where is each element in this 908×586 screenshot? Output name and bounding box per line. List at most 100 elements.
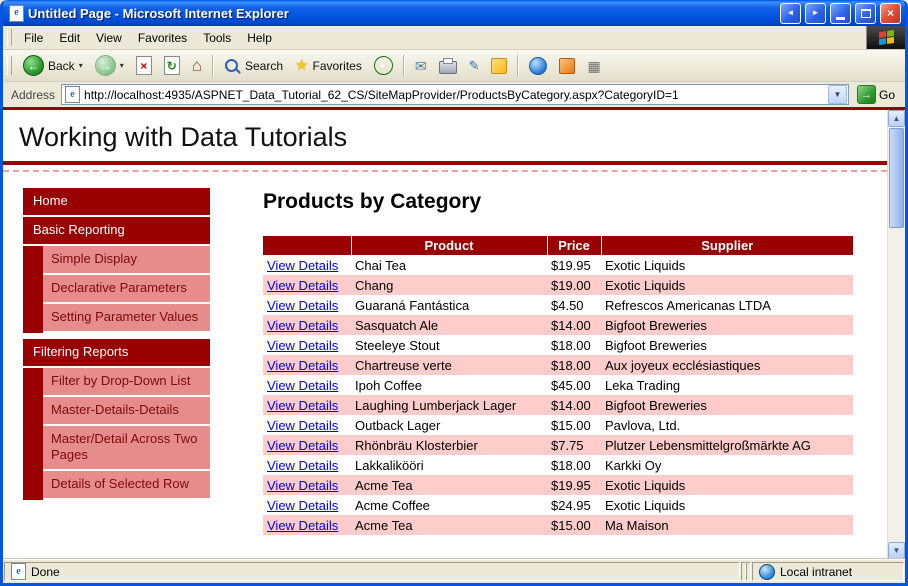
research-button[interactable]: [554, 56, 580, 76]
sidebar-item[interactable]: Setting Parameter Values: [23, 304, 210, 333]
view-details-link[interactable]: View Details: [267, 358, 338, 373]
messenger-button[interactable]: [486, 56, 512, 76]
price-cell: $15.00: [551, 417, 591, 433]
supplier-cell: Karkki Oy: [605, 457, 662, 473]
products-table-header-row: Product Price Supplier: [263, 236, 853, 255]
scroll-up-button[interactable]: ▲: [888, 110, 905, 127]
view-details-link[interactable]: View Details: [267, 458, 338, 473]
view-details-link[interactable]: View Details: [267, 338, 338, 353]
sidebar-item[interactable]: Master/Detail Across Two Pages: [23, 426, 210, 471]
home-button[interactable]: ⌂: [187, 55, 207, 76]
close-button[interactable]: ×: [880, 2, 901, 24]
view-details-link[interactable]: View Details: [267, 478, 338, 493]
sidebar-item[interactable]: Details of Selected Row: [23, 471, 210, 500]
menu-item-view[interactable]: View: [88, 28, 130, 48]
menu-item-edit[interactable]: Edit: [51, 28, 88, 48]
status-message-panel: e Done: [4, 562, 740, 581]
price-cell: $14.00: [551, 397, 591, 413]
view-details-link[interactable]: View Details: [267, 498, 338, 513]
title-bar-button-2[interactable]: ►: [805, 2, 826, 24]
product-cell: Ipoh Coffee: [355, 377, 422, 393]
address-dropdown-button[interactable]: ▼: [827, 85, 847, 104]
sidebar-item[interactable]: Filter by Drop-Down List: [23, 368, 210, 397]
address-url: http://localhost:4935/ASPNET_Data_Tutori…: [84, 87, 679, 102]
sidebar-item[interactable]: Simple Display: [23, 246, 210, 275]
edit-button[interactable]: ✎: [464, 57, 485, 74]
windows-flag-icon: [878, 29, 894, 46]
scrollbar-thumb[interactable]: [889, 128, 904, 228]
scrollbar-track[interactable]: [888, 229, 905, 542]
favorites-label: Favorites: [312, 58, 362, 73]
view-details-link[interactable]: View Details: [267, 398, 338, 413]
stop-button[interactable]: ×: [131, 54, 157, 77]
menu-item-favorites[interactable]: Favorites: [130, 28, 195, 48]
view-details-link[interactable]: View Details: [267, 438, 338, 453]
menu-item-tools[interactable]: Tools: [195, 28, 239, 48]
home-icon: ⌂: [191, 56, 202, 75]
refresh-button[interactable]: ↻: [159, 54, 185, 77]
grid-icon: ▦: [587, 57, 601, 74]
back-button[interactable]: ← Back ▾: [18, 53, 88, 78]
toolbar-grip[interactable]: [7, 56, 12, 75]
content-row: Home Basic Reporting Simple Display Declara…: [3, 172, 887, 559]
menu-grip[interactable]: [7, 29, 12, 46]
view-details-link[interactable]: View Details: [267, 258, 338, 273]
media-button[interactable]: ▸: [369, 54, 398, 77]
address-input[interactable]: e http://localhost:4935/ASPNET_Data_Tuto…: [61, 84, 849, 105]
mail-icon: ✉: [414, 57, 427, 74]
print-icon: [438, 58, 457, 74]
quick-links-button[interactable]: ▦: [582, 57, 605, 75]
product-cell: Sasquatch Ale: [355, 317, 439, 333]
toolbar-separator: [517, 54, 520, 77]
product-row: View Details Ipoh Coffee $45.00 Leka Tradin…: [263, 375, 853, 395]
menu-item-help[interactable]: Help: [239, 28, 280, 48]
sidebar-item[interactable]: Home: [23, 188, 210, 215]
back-label: Back: [48, 58, 75, 73]
maximize-button[interactable]: [855, 2, 876, 24]
product-cell: Chartreuse verte: [355, 357, 452, 373]
forward-icon: →: [94, 55, 116, 76]
address-page-icon: e: [65, 86, 81, 103]
view-details-link[interactable]: View Details: [267, 418, 338, 433]
favorites-button[interactable]: ★ Favorites: [290, 56, 367, 75]
view-details-link[interactable]: View Details: [267, 378, 338, 393]
address-bar: Address e http://localhost:4935/ASPNET_D…: [3, 82, 905, 107]
scroll-down-button[interactable]: ▼: [888, 542, 905, 559]
sidebar-item[interactable]: Master-Details-Details: [23, 397, 210, 426]
discuss-button[interactable]: [524, 55, 552, 77]
product-cell: Chai Tea: [355, 257, 407, 273]
product-cell: Lakkalikööri: [355, 457, 424, 473]
menu-item-file[interactable]: File: [16, 28, 51, 48]
price-cell: $45.00: [551, 377, 591, 393]
vertical-scrollbar[interactable]: ▲ ▼: [887, 110, 905, 559]
mail-button[interactable]: ✉: [410, 57, 432, 75]
sidebar-item[interactable]: Declarative Parameters: [23, 275, 210, 304]
minimize-button[interactable]: [830, 2, 851, 24]
supplier-cell: Exotic Liquids: [605, 277, 686, 293]
product-cell: Acme Tea: [355, 477, 413, 493]
forward-button[interactable]: → ▾: [90, 53, 129, 78]
view-details-link[interactable]: View Details: [267, 278, 338, 293]
back-dropdown-icon[interactable]: ▾: [79, 61, 83, 70]
price-cell: $24.95: [551, 497, 591, 513]
product-row: View Details Acme Tea $19.95 Exotic Liquids: [263, 475, 853, 495]
view-details-link[interactable]: View Details: [267, 298, 338, 313]
status-text: Done: [31, 564, 60, 579]
title-bar[interactable]: e Untitled Page - Microsoft Internet Exp…: [3, 0, 905, 26]
title-bar-button-1[interactable]: ◄: [780, 2, 801, 24]
favorites-star-icon: ★: [295, 57, 309, 74]
browser-window: e Untitled Page - Microsoft Internet Exp…: [0, 0, 908, 586]
toolbar-separator: [402, 54, 405, 77]
view-details-link[interactable]: View Details: [267, 518, 338, 533]
search-button[interactable]: Search: [219, 55, 288, 76]
back-icon: ←: [23, 55, 44, 76]
print-button[interactable]: [434, 55, 462, 76]
status-bar: e Done Local intranet: [3, 559, 905, 583]
go-button[interactable]: → Go: [855, 84, 901, 105]
sidebar-item[interactable]: Filtering Reports: [23, 339, 210, 366]
main-content: Products by Category Product Price Supplie…: [210, 188, 887, 559]
forward-dropdown-icon[interactable]: ▾: [120, 61, 124, 70]
sidebar-item[interactable]: Basic Reporting: [23, 217, 210, 244]
supplier-cell: Exotic Liquids: [605, 497, 686, 513]
view-details-link[interactable]: View Details: [267, 318, 338, 333]
